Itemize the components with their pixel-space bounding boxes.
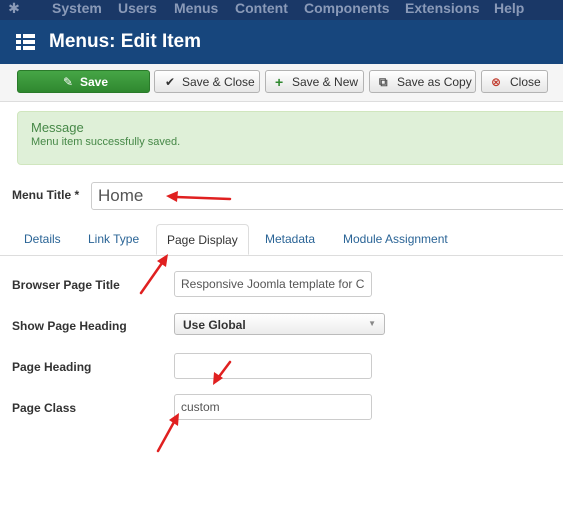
arrow-to-menu-title-icon (166, 191, 232, 202)
arrow-to-page-heading-icon (213, 360, 232, 385)
arrow-to-page-class-icon (156, 413, 179, 453)
annotation-arrows (139, 191, 232, 453)
arrow-to-page-display-tab-icon (139, 254, 168, 295)
